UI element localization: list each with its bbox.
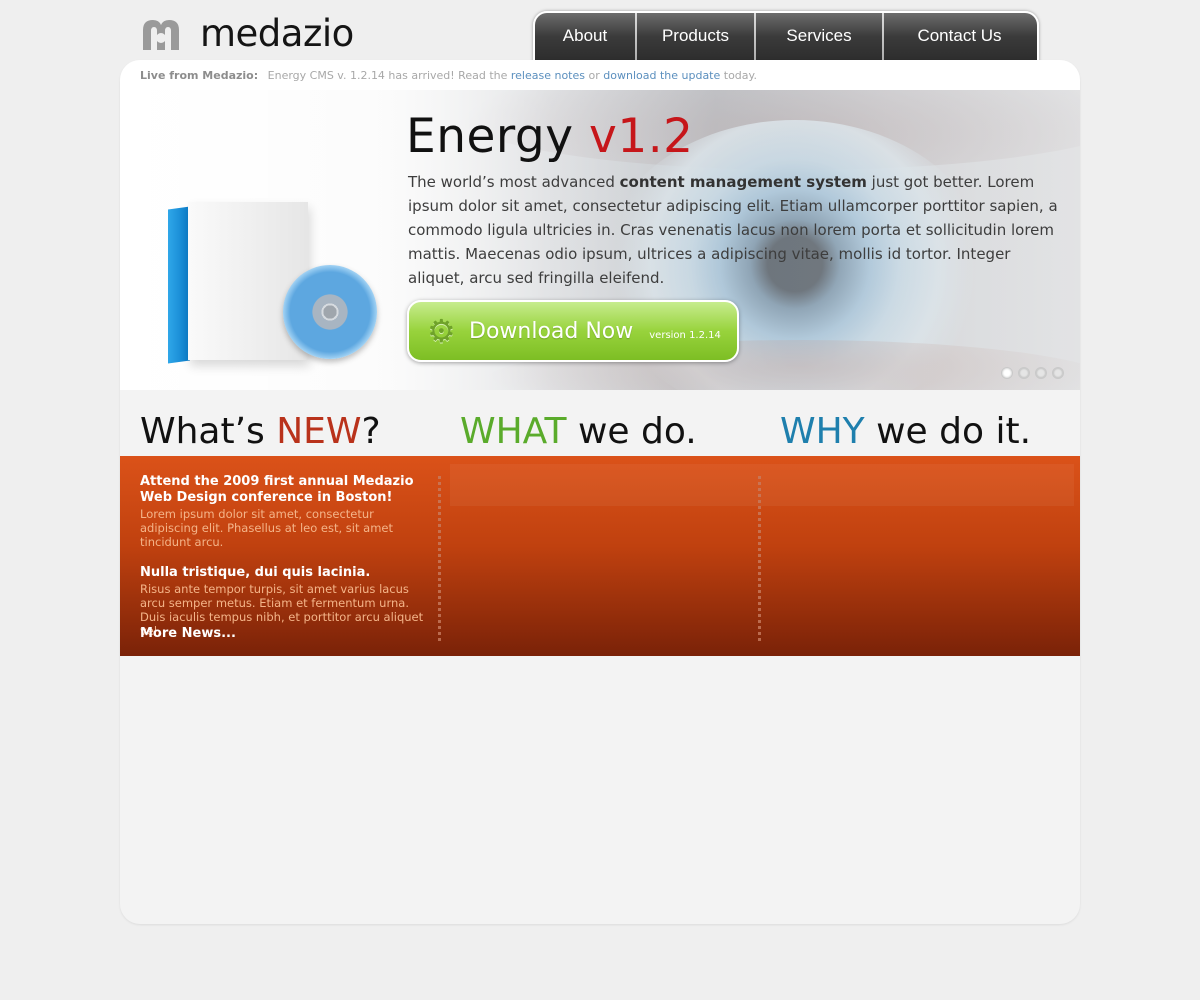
whats-new-heading: What’s NEW? [140,412,381,452]
box-side [168,206,190,364]
news-title: Nulla tristique, dui quis lacinia. [140,565,371,580]
main-container: Live from Medazio: Energy CMS v. 1.2.14 … [120,60,1080,924]
live-or: or [588,69,600,82]
live-suffix: today. [723,69,757,82]
news-body: Lorem ipsum dolor sit amet, consectetur … [140,507,393,549]
more-news-link[interactable]: More News... [140,626,236,641]
download-now-button[interactable]: ⚙ Download Now version 1.2.14 [407,300,739,362]
live-news-bar: Live from Medazio: Energy CMS v. 1.2.14 … [120,60,1080,90]
why-we-do-it-heading: WHY we do it. [780,412,1031,452]
what-we-do-heading: WHAT we do. [460,412,697,452]
cd-disc-image [283,265,377,359]
hero-text-intro: The world’s most advanced [408,173,615,191]
news-title: Attend the 2009 first annual Medazio Web… [140,474,414,505]
hero-banner: Energy v1.2 The world’s most advanced co… [120,90,1080,390]
release-notes-link[interactable]: release notes [511,69,585,82]
live-label: Live from Medazio: [140,69,259,82]
hero-title: Energy v1.2 [406,112,694,162]
nav-about[interactable]: About [535,13,635,65]
heading-accent: WHAT [460,411,567,452]
hero-text-bold: content management system [619,173,867,191]
hero-title-main: Energy [406,109,574,164]
logo-text: medazio [200,12,354,55]
heading-text: we do it. [876,411,1032,452]
download-update-link[interactable]: download the update [603,69,720,82]
column-divider [438,476,441,641]
features-band: Attend the 2009 first annual Medazio Web… [120,456,1080,656]
heading-accent: WHY [780,411,865,452]
heading-accent: NEW [276,411,362,452]
logo[interactable]: medazio [140,14,354,54]
slide-dot-4[interactable] [1052,367,1064,379]
slide-pager [1001,367,1064,379]
download-now-label: Download Now [469,318,634,344]
download-version-label: version 1.2.14 [649,329,721,341]
gear-icon: ⚙ [427,312,456,350]
hero-description: The world’s most advanced content manage… [408,170,1058,290]
nav-contact-us[interactable]: Contact Us [884,13,1035,65]
news-item[interactable]: Attend the 2009 first annual Medazio Web… [140,474,430,549]
slide-dot-3[interactable] [1035,367,1047,379]
slide-dot-1[interactable] [1001,367,1013,379]
column-divider [758,476,761,641]
heading-text: we do. [577,411,697,452]
heading-text: What’s [140,411,265,452]
slide-dot-2[interactable] [1018,367,1030,379]
hero-title-version: v1.2 [589,109,694,164]
nav-products[interactable]: Products [637,13,754,65]
heading-text: ? [361,411,381,452]
nav-services[interactable]: Services [756,13,882,65]
live-message: Energy CMS v. 1.2.14 has arrived! Read t… [267,69,508,82]
band-highlight [450,464,1074,506]
medazio-logo-icon [143,20,179,50]
product-box-image [140,190,400,390]
main-nav: About Products Services Contact Us [533,11,1039,65]
